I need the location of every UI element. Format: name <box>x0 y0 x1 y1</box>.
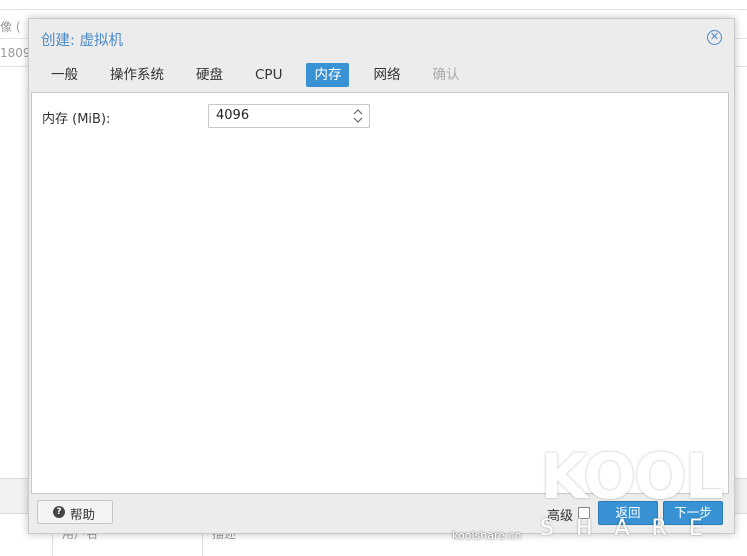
create-vm-dialog: 创建: 虚拟机 ✕ 一般 操作系统 硬盘 CPU 内存 网络 确认 内存 (Mi… <box>28 18 735 534</box>
close-icon[interactable]: ✕ <box>707 30 722 45</box>
tab-memory[interactable]: 内存 <box>306 63 350 87</box>
tab-os[interactable]: 操作系统 <box>102 63 172 87</box>
dialog-footer: ? 帮助 高级 返回 下一步 <box>29 495 734 533</box>
help-button[interactable]: ? 帮助 <box>37 500 113 524</box>
advanced-checkbox[interactable] <box>578 507 590 519</box>
tab-confirm: 确认 <box>432 67 460 83</box>
spinner-icon[interactable] <box>353 107 363 125</box>
tab-hard-disk[interactable]: 硬盘 <box>188 63 231 87</box>
back-button[interactable]: 返回 <box>598 501 658 525</box>
tab-general[interactable]: 一般 <box>41 63 86 87</box>
background-divider <box>0 9 747 10</box>
memory-input-value[interactable]: 4096 <box>216 108 249 123</box>
tab-cpu[interactable]: CPU <box>247 63 290 87</box>
tab-network[interactable]: 网络 <box>365 63 408 87</box>
next-button[interactable]: 下一步 <box>663 501 723 525</box>
dialog-title: 创建: 虚拟机 <box>41 33 123 49</box>
memory-panel: 内存 (MiB): 4096 <box>31 92 729 494</box>
memory-input[interactable]: 4096 <box>208 104 370 128</box>
question-icon: ? <box>53 506 65 518</box>
dialog-titlebar: 创建: 虚拟机 ✕ <box>29 19 734 59</box>
memory-label: 内存 (MiB): <box>42 112 111 127</box>
help-button-label: 帮助 <box>70 507 96 522</box>
background-column-header: 像 ( <box>0 20 21 34</box>
advanced-label: 高级 <box>547 509 574 524</box>
wizard-tabs: 一般 操作系统 硬盘 CPU 内存 网络 确认 <box>41 63 483 87</box>
background-row-text: 1809 <box>0 46 31 60</box>
